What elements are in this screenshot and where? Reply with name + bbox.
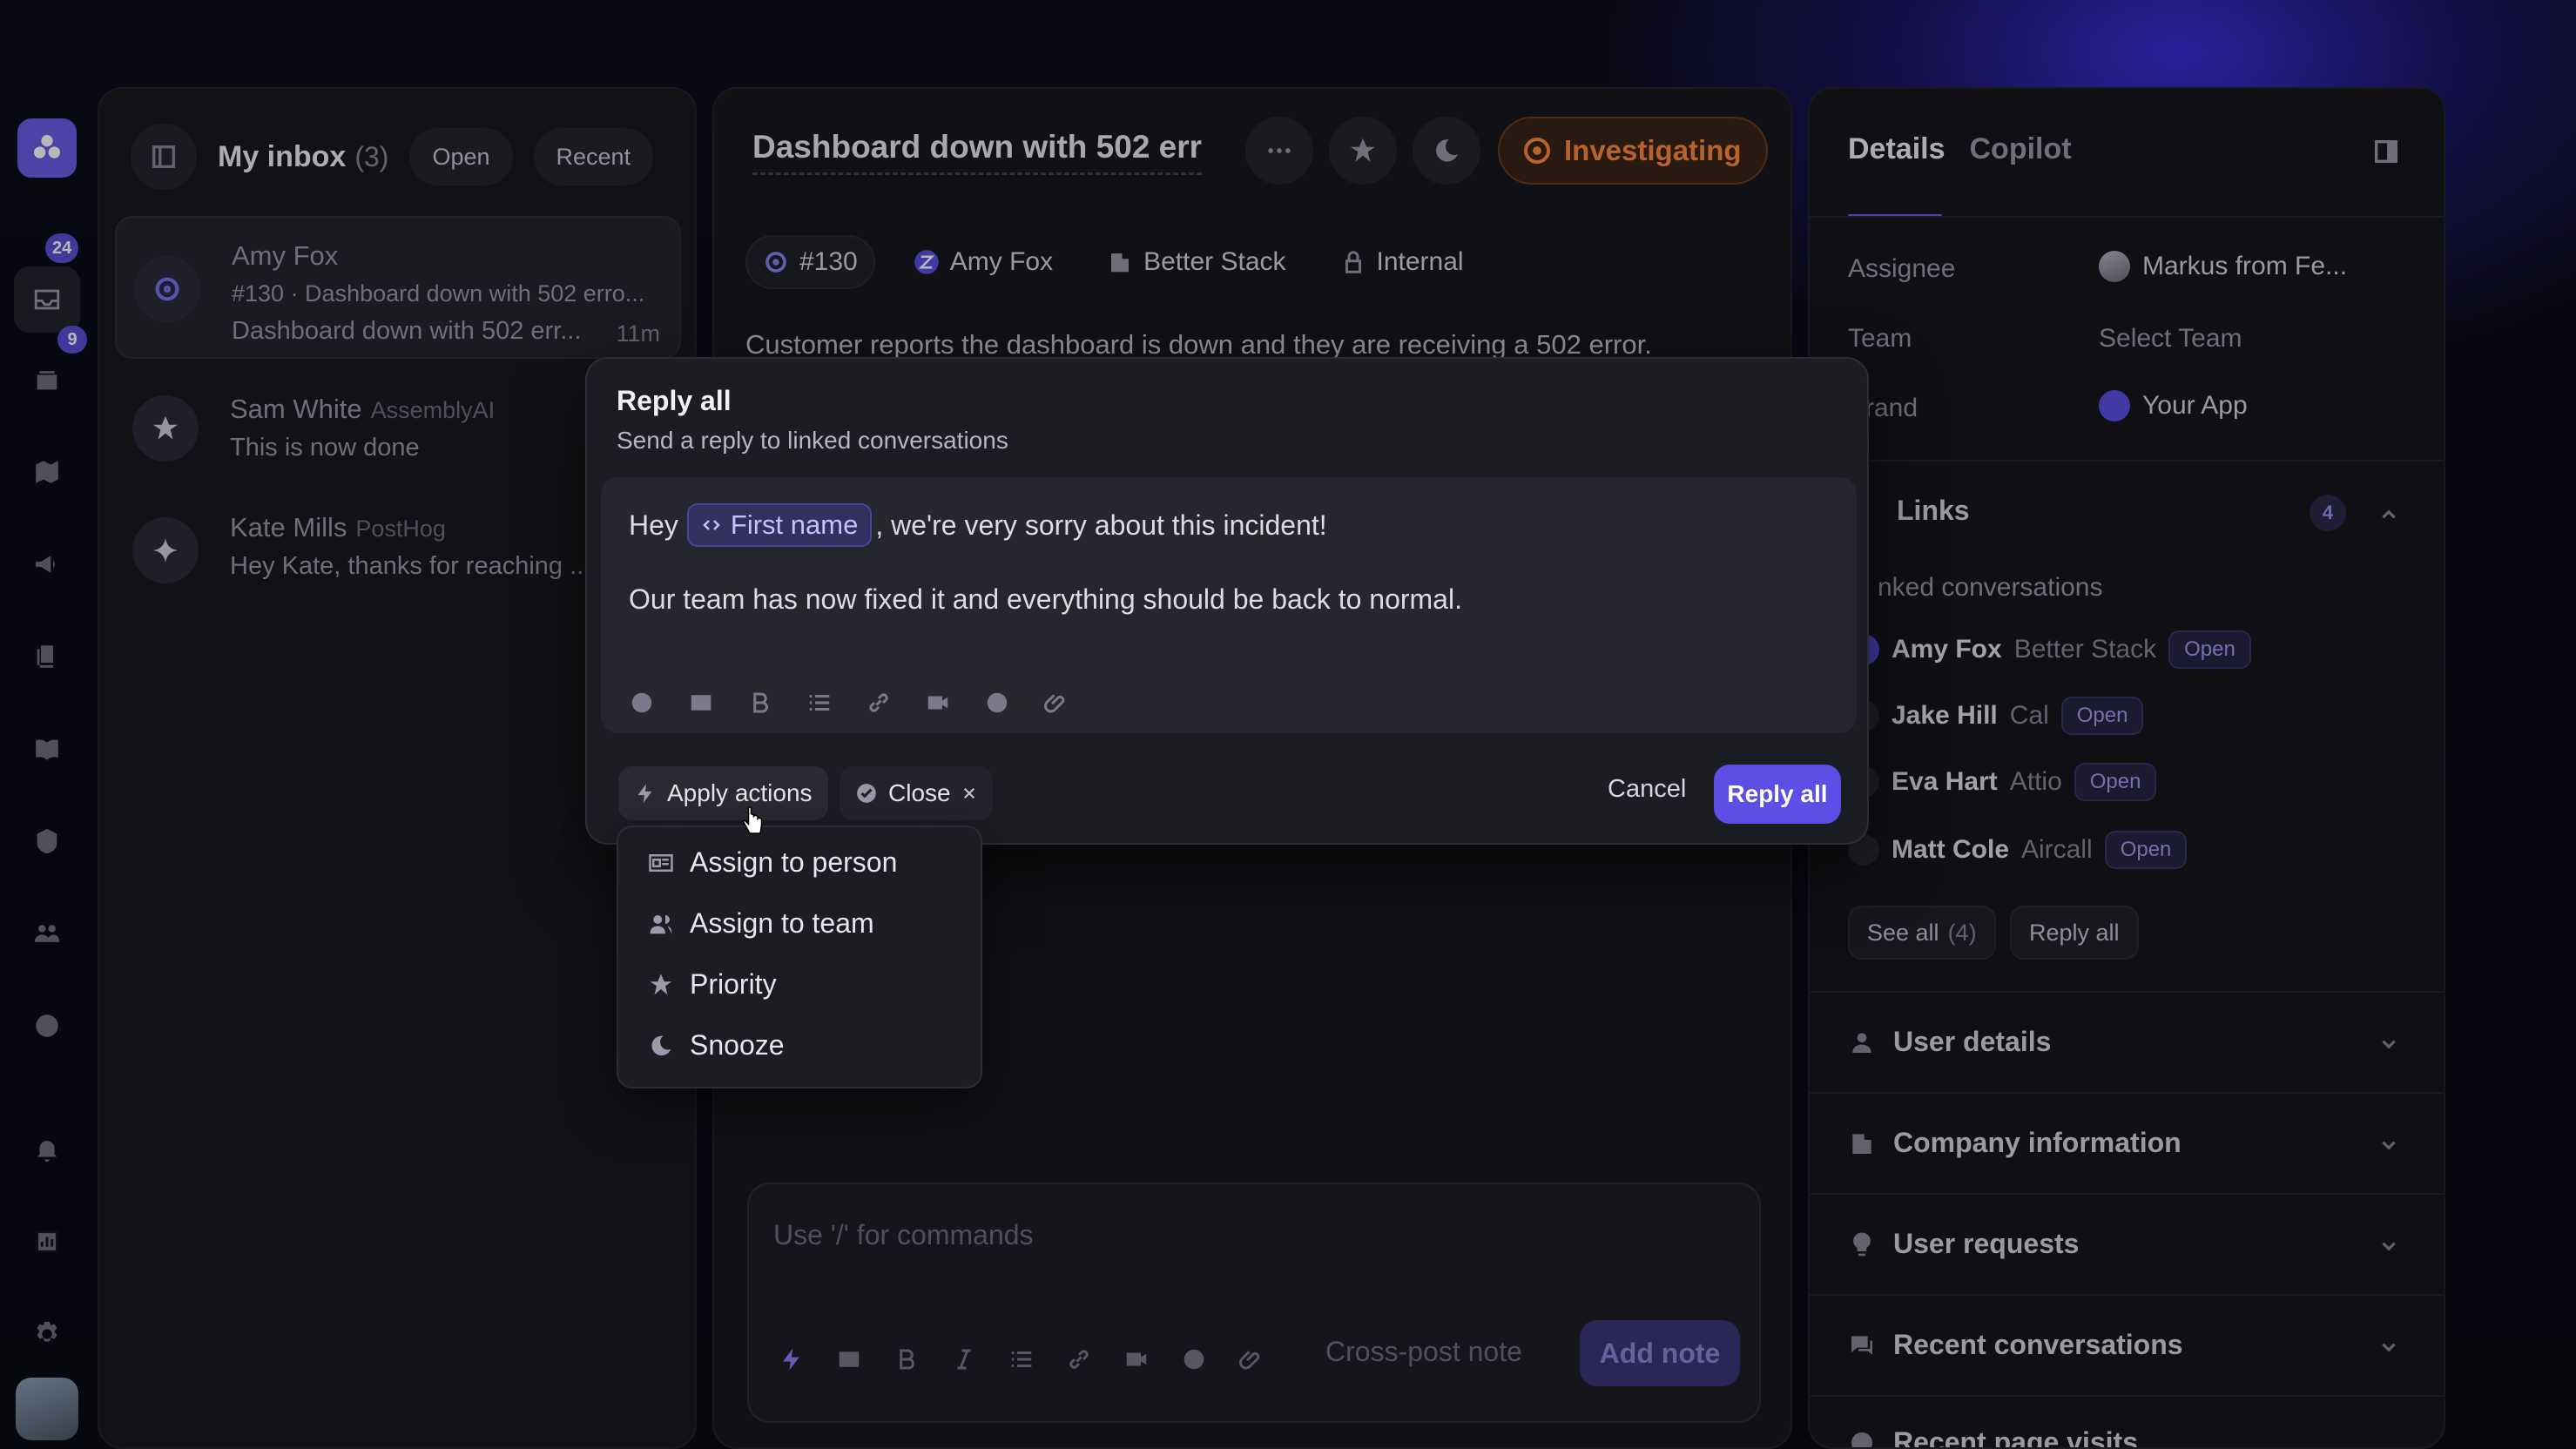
code-icon bbox=[703, 520, 720, 530]
star-icon bbox=[650, 974, 672, 994]
modal-subtitle: Send a reply to linked conversations bbox=[617, 427, 1008, 454]
lightning-icon bbox=[637, 784, 652, 803]
remove-icon[interactable] bbox=[961, 785, 977, 801]
reply-line-2: Our team has now fixed it and everything… bbox=[629, 583, 1462, 615]
clear-format-icon[interactable] bbox=[629, 690, 655, 716]
cancel-button[interactable]: Cancel bbox=[1608, 775, 1686, 804]
apply-actions-button[interactable]: Apply actions bbox=[618, 766, 828, 820]
menu-item-assign-team[interactable]: Assign to team bbox=[648, 907, 874, 940]
menu-item-label: Assign to person bbox=[690, 846, 898, 878]
reply-editor[interactable]: Hey First name , we're very sorry about … bbox=[601, 477, 1857, 733]
menu-item-label: Snooze bbox=[690, 1029, 785, 1061]
close-action-chip[interactable]: Close bbox=[840, 766, 993, 820]
id-card-icon bbox=[649, 853, 673, 872]
link-icon[interactable] bbox=[866, 690, 892, 716]
apply-actions-label: Apply actions bbox=[667, 779, 813, 806]
close-action-label: Close bbox=[888, 779, 951, 806]
menu-item-priority[interactable]: Priority bbox=[648, 968, 777, 1001]
menu-item-snooze[interactable]: Snooze bbox=[648, 1029, 785, 1061]
video-icon[interactable] bbox=[925, 690, 951, 716]
bold-icon[interactable] bbox=[747, 690, 773, 716]
modal-title: Reply all bbox=[617, 385, 732, 416]
actions-menu: Assign to person Assign to team Priority… bbox=[617, 826, 982, 1088]
image-icon[interactable] bbox=[688, 690, 714, 716]
first-name-variable[interactable]: First name bbox=[686, 503, 873, 547]
greeting-text: Hey bbox=[629, 509, 678, 541]
menu-item-assign-person[interactable]: Assign to person bbox=[648, 846, 897, 879]
team-icon bbox=[650, 914, 672, 933]
list-icon[interactable] bbox=[806, 690, 833, 716]
menu-item-label: Priority bbox=[690, 968, 777, 1000]
reply-all-button[interactable]: Reply all bbox=[1714, 765, 1841, 824]
check-circle-icon bbox=[857, 784, 876, 803]
attachment-icon[interactable] bbox=[1043, 690, 1069, 716]
mouse-cursor-icon bbox=[742, 806, 763, 834]
moon-icon bbox=[651, 1035, 671, 1055]
emoji-icon[interactable] bbox=[984, 690, 1010, 716]
menu-item-label: Assign to team bbox=[690, 907, 874, 939]
reply-all-modal: Reply all Send a reply to linked convers… bbox=[585, 357, 1869, 845]
greeting-suffix: , we're very sorry about this incident! bbox=[875, 509, 1327, 541]
reply-line-1: Hey First name , we're very sorry about … bbox=[629, 503, 1327, 547]
editor-toolbar bbox=[629, 690, 1069, 716]
variable-label: First name bbox=[730, 509, 859, 540]
